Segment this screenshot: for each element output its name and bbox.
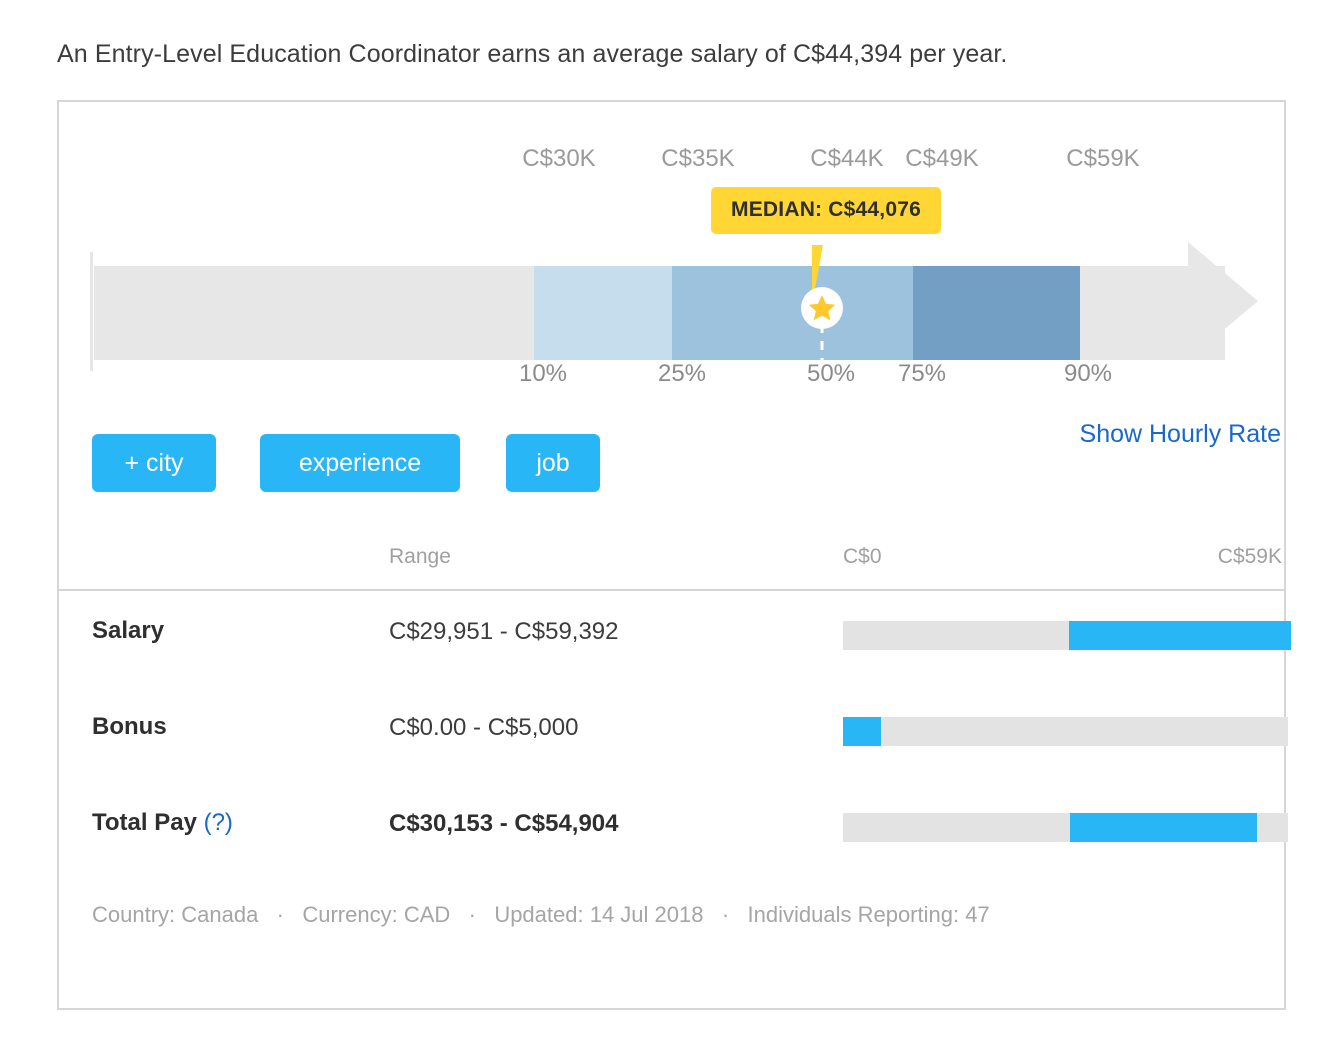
report-metadata: Country: Canada · Currency: CAD · Update… [92,902,990,928]
total-pay-help-icon[interactable]: (?) [197,809,233,836]
segment-p75-p90 [913,266,1080,360]
range-bar-fill [1068,621,1291,650]
percentile-label-50: 50% [806,360,856,387]
meta-updated: Updated: 14 Jul 2018 [494,902,704,927]
segment-below-10 [94,266,534,360]
column-header-axis-max: C$59K [1217,545,1282,568]
range-bar-track [843,717,1288,746]
meta-sep-2: · [456,902,489,927]
value-label-0: C$30K [522,145,596,172]
range-bar-track [843,813,1288,842]
chart-axis-line [90,252,93,371]
segment-p10-p25 [534,266,672,360]
table-row: Bonus C$0.00 - C$5,000 [59,695,1288,791]
segment-above-90 [1080,266,1190,360]
value-label-1: C$35K [661,145,735,172]
row-range-bonus: C$0.00 - C$5,000 [389,714,579,741]
range-bar-fill [1070,813,1258,842]
meta-sep-1: · [264,902,297,927]
range-arrow-icon [1188,242,1258,360]
table-row: Salary C$29,951 - C$59,392 [59,599,1291,695]
percentile-label-75: 75% [897,360,947,387]
salary-report-page: An Entry-Level Education Coordinator ear… [0,0,1336,1038]
percentile-label-90: 90% [1063,360,1113,387]
star-icon [801,287,843,329]
row-range-total-pay: C$30,153 - C$54,904 [389,810,619,837]
percentile-label-25: 25% [657,360,707,387]
median-tooltip: MEDIAN: C$44,076 [711,187,941,234]
meta-country: Country: Canada [92,902,259,927]
row-label-bonus: Bonus [92,713,167,740]
filter-button-job[interactable]: job [506,434,600,492]
meta-currency: Currency: CAD [302,902,451,927]
segment-p25-p75 [672,266,913,360]
value-label-3: C$49K [905,145,979,172]
percentile-label-10: 10% [518,360,568,387]
filter-button-experience[interactable]: experience [260,434,460,492]
row-label-salary: Salary [92,617,165,644]
percentile-chart: C$30K C$35K C$44K C$49K C$59K MEDIAN: C$44,0… [59,102,1284,591]
show-hourly-rate-link[interactable]: Show Hourly Rate [1080,420,1281,449]
table-row: Total Pay (?) C$30,153 - C$54,904 [59,791,1288,887]
meta-individuals: Individuals Reporting: 47 [747,902,990,927]
column-header-range: Range [389,545,451,568]
salary-card: C$30K C$35K C$44K C$49K C$59K MEDIAN: C$44,0… [57,100,1291,1010]
column-header-axis-min: C$0 [843,545,882,568]
value-label-2: C$44K [810,145,884,172]
range-bar-track [843,621,1291,650]
value-label-4: C$59K [1066,145,1140,172]
meta-sep-3: · [709,902,742,927]
range-bar-fill [843,717,881,746]
row-label-total-pay: Total Pay (?) [92,809,233,836]
filter-button-city[interactable]: + city [92,434,216,492]
page-title: An Entry-Level Education Coordinator ear… [57,40,1008,68]
row-range-salary: C$29,951 - C$59,392 [389,618,619,645]
